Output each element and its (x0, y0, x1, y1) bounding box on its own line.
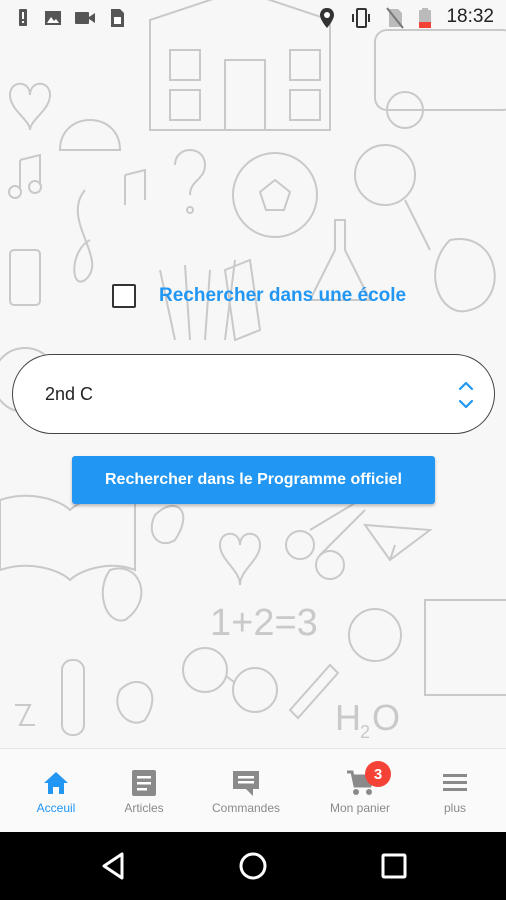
battery-icon (418, 7, 432, 28)
back-icon[interactable] (98, 850, 130, 882)
status-left-icons (14, 8, 126, 28)
school-search-option[interactable]: Rechercher dans une école (112, 284, 406, 308)
home-circle-icon[interactable] (237, 850, 269, 882)
cart-badge: 3 (365, 761, 391, 787)
image-icon (44, 8, 62, 28)
system-nav-bar (0, 832, 506, 900)
comment-icon (231, 769, 261, 797)
no-sim-icon (386, 7, 405, 29)
nav-label-plus: plus (443, 801, 466, 815)
sim-icon (108, 8, 126, 28)
video-icon (74, 8, 96, 28)
status-bar: 18:32 (0, 0, 506, 36)
status-right-icons: 18:32 (318, 6, 494, 29)
nav-item-articles[interactable]: Articles (104, 749, 184, 833)
nav-item-commandes[interactable]: Commandes (200, 749, 292, 833)
school-search-checkbox[interactable] (112, 284, 136, 308)
nav-item-mon-panier[interactable]: 3 Mon panier (318, 749, 402, 833)
bottom-nav: Acceuil Articles Commandes 3 Mon panier … (0, 748, 506, 832)
nav-item-acceuil[interactable]: Acceuil (16, 749, 96, 833)
class-select[interactable]: 2nd C (12, 354, 495, 434)
nav-label-articles: Articles (124, 801, 164, 815)
nav-label-commandes: Commandes (211, 801, 281, 815)
clock: 18:32 (446, 6, 494, 27)
alert-icon (14, 8, 32, 28)
search-official-program-button[interactable]: Rechercher dans le Programme officiel (72, 456, 435, 504)
nav-label-mon-panier: Mon panier (329, 801, 391, 815)
nav-item-plus[interactable]: plus (418, 749, 492, 833)
recents-icon[interactable] (378, 850, 410, 882)
home-icon (41, 769, 71, 797)
nav-label-acceuil: Acceuil (36, 801, 76, 815)
location-icon (318, 7, 336, 28)
search-panel: Rechercher dans une école 2nd C Recherch… (0, 0, 506, 748)
school-search-label[interactable]: Rechercher dans une école (159, 285, 406, 307)
class-select-value: 2nd C (45, 384, 94, 404)
vibrate-icon (350, 7, 372, 28)
menu-icon (440, 769, 470, 797)
article-icon (129, 769, 159, 797)
select-arrows-icon (458, 379, 474, 411)
